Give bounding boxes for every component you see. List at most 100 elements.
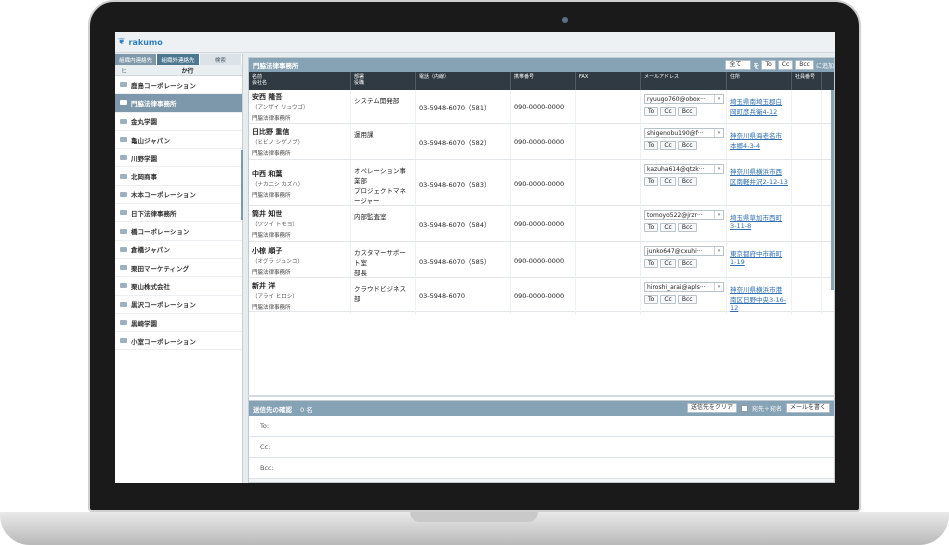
add-bcc-button[interactable]: Bcc [795,60,814,70]
company-item[interactable]: 金丸学園 [115,113,242,131]
row-cc-button[interactable]: Cc [660,141,676,150]
row-bcc-button[interactable]: Bcc [677,177,697,186]
company-item[interactable]: 倉橋ジャパン [115,241,242,259]
fax-cell [576,278,641,314]
row-cc-button[interactable]: Cc [660,223,676,232]
company-item[interactable]: 門脇法律事務所 [115,94,242,113]
tab-search[interactable]: 検索 [199,54,242,65]
company-item[interactable]: 北岡商事 [115,167,242,186]
row-to-button[interactable]: To [644,177,659,186]
company-item[interactable]: 栗田マーケティング [115,259,242,278]
row-cc-button[interactable]: Cc [660,295,676,304]
email-select[interactable]: tomoyo522@jrzr··· ▾ [644,210,724,220]
table-row[interactable]: 日比野 重信 （ヒビノ シゲノブ） 門脇法律事務所 運用課 03-5948-6070（5… [249,124,834,160]
company-item[interactable]: 鹿島コーポレーション [115,76,242,95]
kana-nav[interactable]: ヒ [115,66,133,75]
address-link[interactable]: 神奈川県海老名市本郷4-3-4 [727,124,792,159]
col-empno[interactable]: 社員番号 [792,72,822,90]
email-select[interactable]: kazuha614@qtzk··· ▾ [644,164,724,174]
contact-kana: （アライ ヒロシ） [252,294,298,300]
clear-recipients-button[interactable]: 送信先をクリア [686,403,737,413]
row-bcc-button[interactable]: Bcc [677,223,697,232]
phone-cell: 03-5948-6070（585） [416,242,511,279]
company-item[interactable]: 黒崎学園 [115,314,242,333]
company-item[interactable]: 栗山株式会社 [115,277,242,296]
email-select[interactable]: shigenobu190@f··· ▾ [644,128,724,138]
table-row[interactable]: 小椋 順子 （オグラ ジュンコ） 門脇法律事務所 カスタマーサポート室 部長 03-59… [249,242,834,279]
company-item[interactable]: 小室コーポレーション [115,332,242,351]
add-to-button[interactable]: To [761,60,776,70]
contact-name[interactable]: 新井 洋 [252,281,347,291]
row-to-button[interactable]: To [644,259,659,268]
contact-name[interactable]: 日比野 重信 [252,127,347,137]
col-mobile[interactable]: 携帯番号 [511,72,576,90]
table-row[interactable]: 新井 洋 （アライ ヒロシ） 門脇法律事務所 クラウドビジネス部 03-5948-607… [249,278,834,314]
sidebar-scrollbar[interactable] [241,150,243,220]
address-link[interactable]: 埼玉県南埼玉郡白岡町彦兵衛4-12 [727,90,792,124]
table-row[interactable]: 中西 和葉 （ナカニシ カズハ） 門脇法律事務所 オペレーション事業部 プロジェクトマ… [249,160,834,207]
panel-splitter[interactable] [248,395,835,397]
bcc-field[interactable]: Bcc: [249,458,834,479]
address-link[interactable]: 神奈川県横浜市港南区日野中央3-16-12 [727,278,792,314]
empno-cell [792,160,822,207]
col-email[interactable]: メールアドレス [641,72,727,90]
tab-internal-contacts[interactable]: 組織内連絡先 [115,54,158,65]
contact-name[interactable]: 筒井 知世 [252,209,347,219]
chevron-down-icon[interactable]: ▾ [714,165,723,173]
company-item[interactable]: 木本コーポレーション [115,186,242,205]
recipient-count: 0 名 [300,405,313,414]
col-name[interactable]: 名前 会社名 [249,72,351,90]
row-bcc-button[interactable]: Bcc [677,295,697,304]
company-item[interactable]: 黒沢コーポレーション [115,296,242,314]
row-to-button[interactable]: To [644,295,659,304]
table-scrollbar[interactable] [831,90,834,290]
contact-name[interactable]: 小椋 順子 [252,246,347,256]
table-row[interactable]: 筒井 知世 （ツツイ トモヨ） 門脇法律事務所 内部監査室 03-5948-6070（5… [249,206,834,242]
address-link[interactable]: 埼玉県草加市西町3-11-8 [727,206,792,241]
row-cc-button[interactable]: Cc [660,107,676,116]
col-address[interactable]: 住所 [727,72,792,90]
contact-company: 門脇法律事務所 [252,116,291,122]
row-cc-button[interactable]: Cc [660,177,676,186]
name-cell: 中西 和葉 （ナカニシ カズハ） 門脇法律事務所 [249,160,351,207]
row-to-button[interactable]: To [644,107,659,116]
contact-name[interactable]: 中西 和葉 [252,169,347,179]
company-item[interactable]: 亀山ジャパン [115,131,242,150]
compose-mail-button[interactable]: メールを書く [785,403,830,413]
chevron-down-icon[interactable]: ▾ [714,211,723,219]
email-select[interactable]: ryuugo760@obox··· ▾ [644,94,724,104]
app-logo[interactable]: ❦ rakumo [118,37,163,47]
col-dept[interactable]: 部署 役職 [351,72,416,90]
company-item[interactable]: 日下法律事務所 [115,204,242,223]
recipient-select[interactable]: 全て [725,60,752,70]
chevron-down-icon[interactable]: ▾ [714,247,723,255]
row-bcc-button[interactable]: Bcc [677,107,697,116]
add-cc-button[interactable]: Cc [777,60,794,70]
tab-external-contacts[interactable]: 組織外連絡先 [157,54,200,65]
mobile-cell: 090-0000-0000 [511,90,576,124]
row-bcc-button[interactable]: Bcc [677,141,697,150]
chevron-down-icon[interactable]: ▾ [714,95,723,103]
company-label: 金丸学園 [131,118,157,127]
company-label: 黒崎学園 [131,319,157,328]
company-item[interactable]: 橋コーポレーション [115,222,242,241]
dept-cell: システム開発部 [351,90,416,124]
cc-field[interactable]: Cc: [249,437,834,458]
address-link[interactable]: 神奈川県横浜市西区南軽井沢2-12-13 [727,160,792,207]
col-phone[interactable]: 電話（内線） [416,72,511,90]
row-cc-button[interactable]: Cc [660,259,676,268]
company-item[interactable]: 川野学園 [115,149,242,168]
address-link[interactable]: 東京都府中市新町1-19 [727,242,792,279]
table-row[interactable]: 安西 隆吾 （アンザイ リュウゴ） 門脇法律事務所 システム開発部 03-5948-60… [249,90,834,124]
name-checkbox[interactable] [740,404,748,412]
chevron-down-icon[interactable]: ▾ [714,129,723,137]
email-select[interactable]: hiroshi_arai@apls··· ▾ [644,282,724,292]
row-to-button[interactable]: To [644,223,659,232]
email-select[interactable]: junko647@cxuhi··· ▾ [644,246,724,256]
row-to-button[interactable]: To [644,141,659,150]
row-bcc-button[interactable]: Bcc [677,259,697,268]
contact-name[interactable]: 安西 隆吾 [252,92,347,102]
chevron-down-icon[interactable]: ▾ [714,283,723,291]
col-fax[interactable]: FAX [576,72,641,90]
to-field[interactable]: To: [249,416,834,437]
